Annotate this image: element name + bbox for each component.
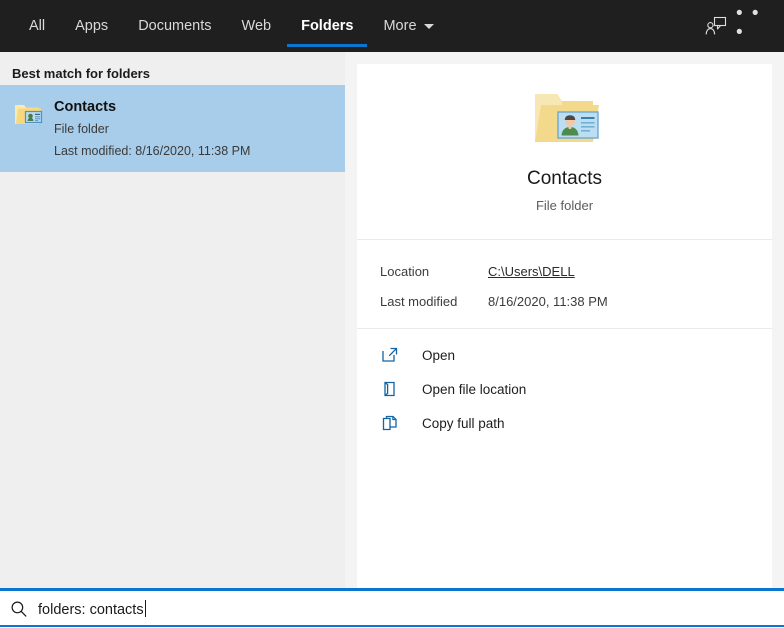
action-open-label: Open xyxy=(422,347,456,363)
feedback-button[interactable] xyxy=(696,6,736,46)
search-icon xyxy=(0,600,38,618)
tab-web-label: Web xyxy=(241,18,272,34)
tab-more-label: More xyxy=(383,18,417,34)
detail-row-last-modified: Last modified 8/16/2020, 11:38 PM xyxy=(357,286,772,316)
topbar-actions: • • • xyxy=(696,0,776,52)
preview-pane: Contacts File folder Location C:\Users\D… xyxy=(357,64,772,588)
preview-subtitle: File folder xyxy=(535,198,594,213)
pane-gutter-right xyxy=(772,52,784,588)
result-item-modified: Last modified: 8/16/2020, 11:38 PM xyxy=(54,144,251,158)
tab-more[interactable]: More xyxy=(368,0,448,52)
detail-value-location[interactable]: C:\Users\DELL xyxy=(488,264,575,279)
tab-web[interactable]: Web xyxy=(227,0,287,52)
detail-label-location: Location xyxy=(380,263,430,279)
action-copy-full-path-label: Copy full path xyxy=(422,415,505,431)
tab-documents-label: Documents xyxy=(138,18,212,34)
chevron-down-icon xyxy=(423,23,434,29)
action-open-file-location[interactable]: Open file location xyxy=(357,375,772,403)
ellipsis-icon: • • • xyxy=(736,3,761,43)
pane-gutter-top xyxy=(357,52,772,64)
results-group-header: Best match for folders xyxy=(12,66,150,81)
search-input[interactable]: folders: contacts xyxy=(38,602,144,618)
tab-active-underline xyxy=(287,44,368,47)
windows-search-panel: All Apps Documents Web Folders More • • … xyxy=(0,0,784,628)
preview-header: Contacts File folder xyxy=(357,64,772,213)
detail-label-last-modified: Last modified xyxy=(380,293,458,309)
text-cursor xyxy=(144,600,146,617)
more-options-button[interactable]: • • • xyxy=(736,3,776,46)
tab-documents[interactable]: Documents xyxy=(123,0,226,52)
search-bar[interactable]: folders: contacts xyxy=(0,588,784,628)
result-item-title: Contacts xyxy=(54,99,117,115)
tab-folders-label: Folders xyxy=(301,18,354,34)
action-copy-full-path[interactable]: Copy full path xyxy=(357,409,772,437)
tab-folders[interactable]: Folders xyxy=(286,0,368,52)
result-item-contacts[interactable]: Contacts File folder Last modified: 8/16… xyxy=(0,85,345,172)
results-pane: Best match for folders Contacts File fol… xyxy=(0,52,345,588)
tab-all[interactable]: All xyxy=(14,0,60,52)
preview-title: Contacts xyxy=(527,168,602,189)
preview-details: Location C:\Users\DELL Last modified 8/1… xyxy=(357,240,772,328)
contacts-folder-icon xyxy=(527,86,603,150)
tab-apps[interactable]: Apps xyxy=(60,0,123,52)
result-item-subtitle: File folder xyxy=(54,122,109,136)
search-input-wrapper[interactable]: folders: contacts xyxy=(38,600,146,618)
tab-apps-label: Apps xyxy=(75,18,109,34)
open-external-icon xyxy=(380,345,400,365)
pane-gutter-left xyxy=(345,52,357,588)
copy-page-icon xyxy=(380,413,400,433)
action-open[interactable]: Open xyxy=(357,341,772,369)
preview-actions: Open Open file location Copy full path xyxy=(357,329,772,437)
result-item-text: Contacts File folder Last modified: 8/16… xyxy=(54,97,250,161)
detail-value-last-modified: 8/16/2020, 11:38 PM xyxy=(488,293,608,309)
search-filter-tabbar: All Apps Documents Web Folders More • • … xyxy=(0,0,784,52)
tab-all-label: All xyxy=(29,18,46,34)
feedback-person-icon xyxy=(705,16,727,35)
detail-row-location: Location C:\Users\DELL xyxy=(357,256,772,286)
folder-location-icon xyxy=(380,379,400,399)
contacts-folder-icon xyxy=(12,98,44,130)
action-open-file-location-label: Open file location xyxy=(422,381,527,397)
tab-list: All Apps Documents Web Folders More xyxy=(14,0,449,52)
